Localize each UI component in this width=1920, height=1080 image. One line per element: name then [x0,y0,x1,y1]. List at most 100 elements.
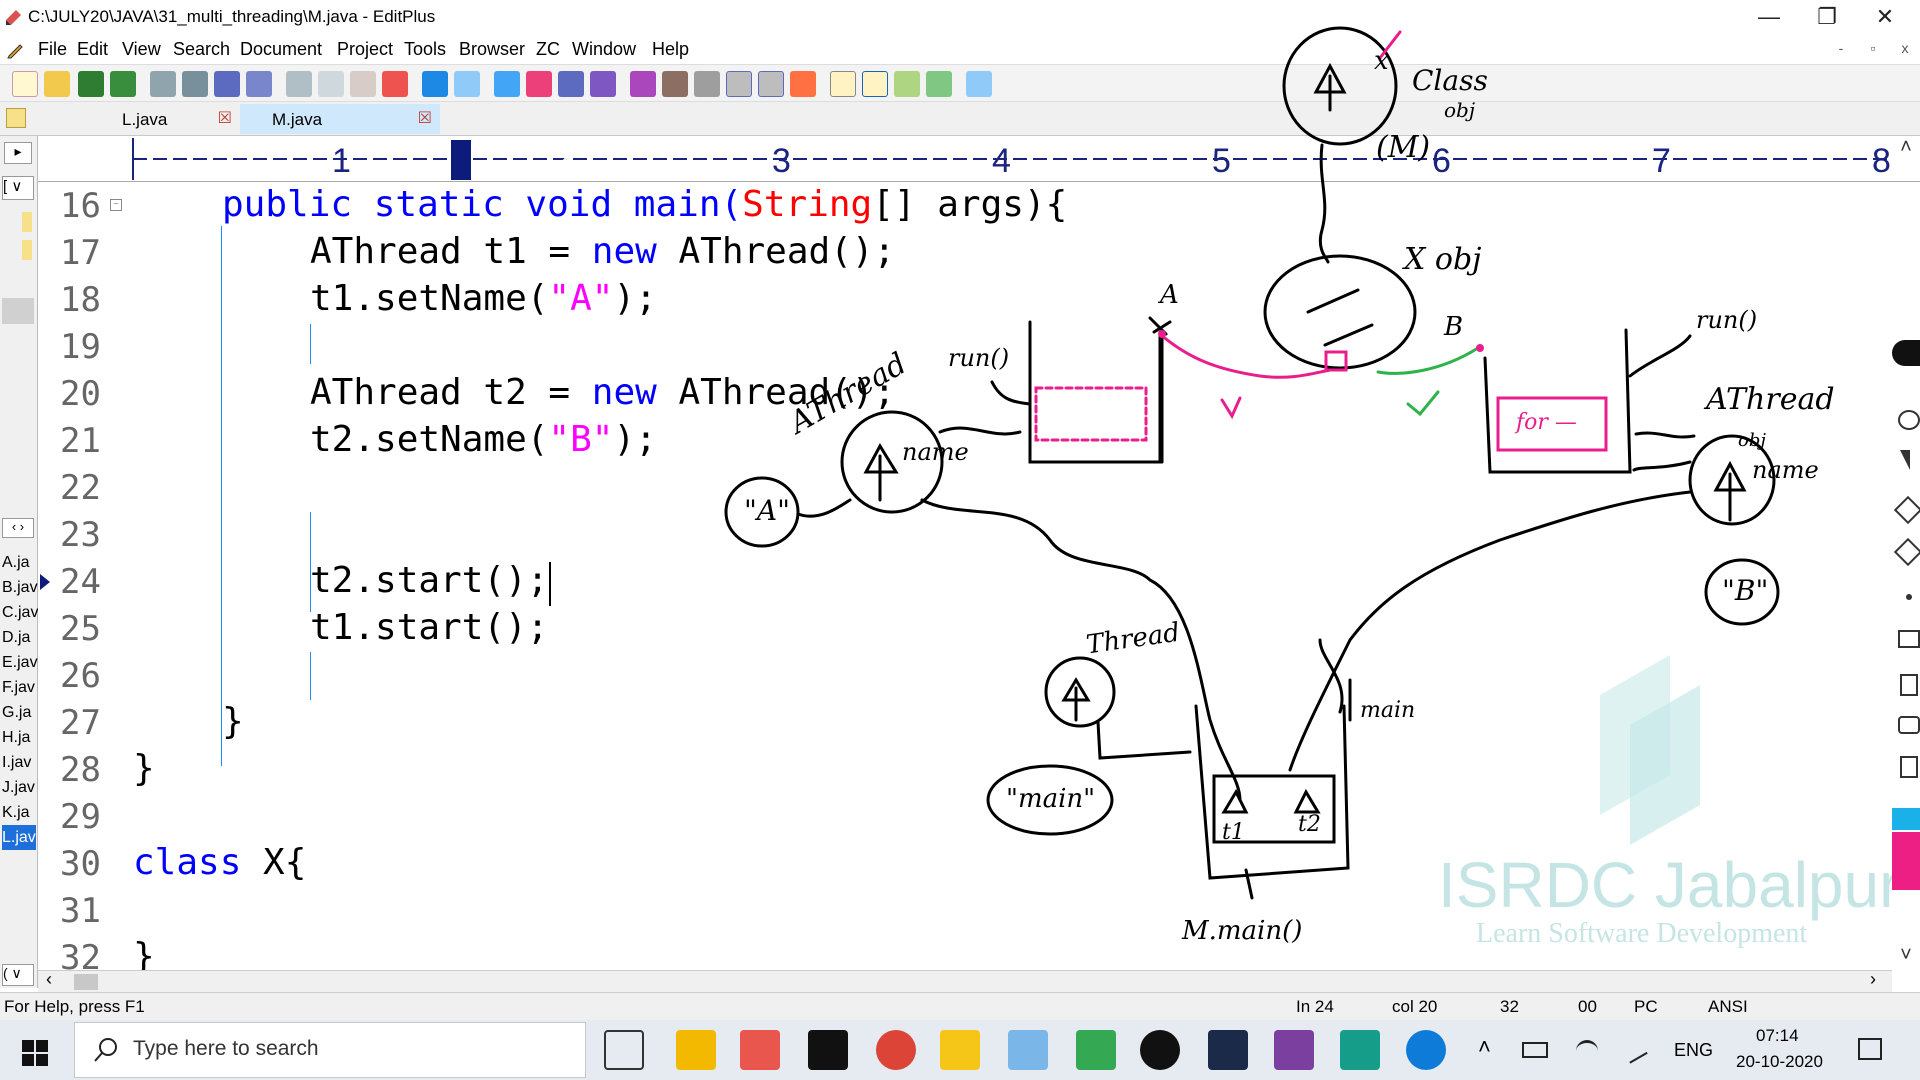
color-swatch-pink[interactable] [1892,832,1920,890]
battery-icon[interactable] [1522,1042,1548,1058]
annotation-b: B [1444,312,1464,342]
connector-line [796,498,852,518]
connector-line [1632,460,1692,472]
task-view-icon[interactable] [604,1030,644,1070]
annotation-m-main: M.main() [1182,916,1303,946]
back-icon[interactable] [1898,630,1920,648]
annotation-string-b: "B" [1722,574,1769,607]
connector-line [1096,720,1192,760]
annotation-run-left: run() [948,344,1010,372]
annotation-obj-small: obj [1738,430,1766,451]
annotation-for: for — [1516,410,1577,435]
wifi-icon[interactable] [1576,1040,1598,1060]
annotation-name-right: name [1752,456,1819,484]
t1-reference-mark [1221,788,1249,814]
reference-arrow-mark [1713,460,1747,522]
scroll-up-icon[interactable]: ˄ [1892,136,1920,176]
mysql-icon[interactable] [1208,1030,1248,1070]
highlighter-icon[interactable] [1893,495,1920,525]
file-explorer-icon[interactable] [676,1030,716,1070]
tray-chevron-icon[interactable]: ˄ [1478,1034,1491,1060]
green-check-mark [1406,390,1440,417]
thread-a-link-line [920,498,1242,802]
search-placeholder: Type here to search [133,1037,319,1060]
connector-line [1634,431,1696,439]
reference-arrow-mark [1061,677,1091,722]
connector-line [1318,143,1330,264]
t2-reference-mark [1293,788,1321,814]
annotation-x-obj: X obj [1404,242,1482,277]
taskbar-search-box[interactable]: Type here to search [74,1022,586,1078]
annotation-run-right: run() [1696,306,1758,334]
lock-point-b [1476,344,1484,352]
annotation-m: (M) [1376,130,1431,165]
terminal-icon[interactable] [808,1030,848,1070]
eye-icon[interactable] [1898,410,1920,430]
scroll-left-icon[interactable]: ‹ [46,969,52,990]
clock-date[interactable]: 20-10-2020 [1736,1052,1823,1072]
pink-arrow-mark [1220,396,1242,420]
object-stroke [1306,288,1360,314]
pin-app-icon[interactable] [1140,1030,1180,1070]
pointer-line [1628,334,1692,378]
annotation-athread-right: AThread [1706,382,1835,417]
status-line-ending: PC [1634,997,1658,1016]
lock-point-a [1158,330,1166,338]
scroll-thumb[interactable] [74,974,98,990]
google-drive-icon[interactable] [1076,1030,1116,1070]
trash-icon[interactable] [1900,674,1918,696]
pin-icon[interactable] [1892,340,1920,366]
ruler-mark-active: 2 [552,142,571,180]
horizontal-scrollbar[interactable]: ‹ › [38,969,1892,992]
main-stack-box [1194,704,1350,880]
connector-line [938,426,1022,436]
status-line: In 24 [1296,997,1334,1016]
lock-acquire-path-a [1158,332,1332,379]
paint-brush-icon[interactable] [940,1030,980,1070]
annotation-a: A [1160,280,1179,310]
colorful-app-icon[interactable] [1274,1030,1314,1070]
notes-app-icon[interactable] [1008,1030,1048,1070]
scroll-right-icon[interactable]: › [1870,969,1876,990]
thread-b-link-line [1288,490,1692,772]
main-thread-circle [1044,656,1116,728]
status-column: col 20 [1392,997,1438,1016]
cursor-icon[interactable] [1900,450,1910,470]
annotation-t2: t2 [1298,812,1321,837]
reference-arrow-mark [1313,62,1347,112]
scroll-down-icon[interactable]: ˅ [1892,944,1920,970]
status-bar: For Help, press F1 In 24 col 20 32 00 PC… [0,992,1920,1020]
notification-icon[interactable] [1858,1038,1882,1060]
run-method-frame-a [1034,386,1148,442]
chrome-icon[interactable] [876,1030,916,1070]
editplus-taskbar-icon[interactable] [740,1030,780,1070]
windows-start-icon[interactable] [22,1040,48,1066]
color-swatch-blue[interactable] [1892,808,1920,830]
annotation-class: Class [1412,64,1488,97]
annotation-name-left: name [902,438,969,466]
status-encoding: ANSI [1708,997,1748,1016]
annotation-obj: obj [1444,98,1476,122]
ink-tool-strip [1892,330,1920,890]
handwritten-diagram [724,26,1780,900]
annotation-main-stack: main [1360,698,1416,723]
eraser-icon[interactable] [1893,537,1920,567]
camera-icon[interactable] [1898,716,1920,734]
annotation-x: x [1374,46,1389,76]
status-help: For Help, press F1 [4,997,145,1016]
edge-icon[interactable] [1406,1030,1446,1070]
annotation-t1: t1 [1222,820,1245,845]
pointer-line [990,380,1032,406]
annotation-main-string: "main" [1006,784,1096,814]
annotation-string-a: "A" [744,494,790,527]
language-indicator[interactable]: ENG [1674,1040,1713,1061]
clock-time[interactable]: 07:14 [1756,1026,1799,1046]
object-stroke [1323,323,1374,347]
search-icon [94,1038,117,1062]
status-count: 32 [1500,997,1519,1016]
dot-icon[interactable] [1906,594,1912,600]
reference-arrow-mark [863,442,899,502]
green-app-icon[interactable] [1340,1030,1380,1070]
status-code: 00 [1578,997,1597,1016]
notes-icon[interactable] [1900,756,1918,778]
